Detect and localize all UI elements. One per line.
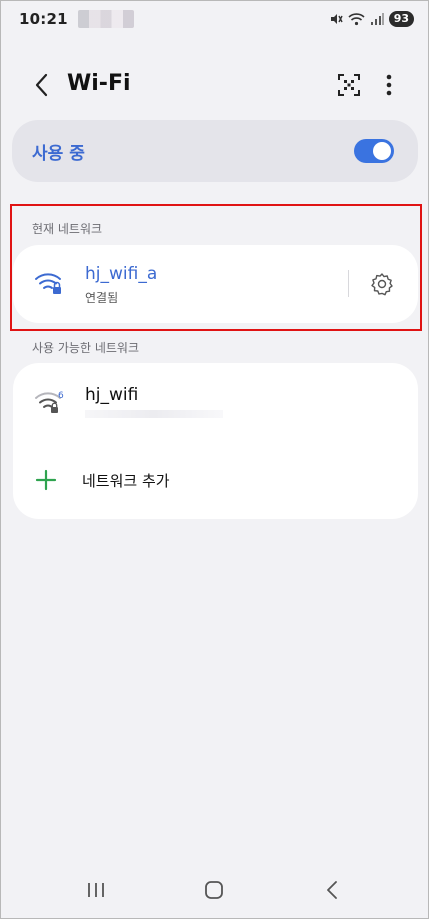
plus-icon (35, 469, 57, 495)
status-right: 93 (329, 11, 414, 27)
redacted-subtext (85, 410, 223, 418)
highlight-annotation-box (10, 204, 422, 331)
switch-knob (373, 142, 391, 160)
status-left: 10:21 (19, 10, 134, 28)
nav-back-button[interactable] (325, 880, 339, 904)
add-network-button[interactable]: 네트워크 추가 (13, 463, 418, 499)
wifi-master-toggle-row[interactable]: 사용 중 (12, 120, 418, 182)
wifi-toggle-switch[interactable] (354, 139, 394, 163)
back-icon (35, 73, 48, 97)
recents-button[interactable] (86, 881, 106, 903)
svg-text:6: 6 (58, 391, 64, 401)
page-title: Wi-Fi (67, 71, 131, 96)
clock: 10:21 (19, 10, 68, 28)
qr-scan-button[interactable] (337, 73, 361, 97)
recents-icon (88, 883, 104, 897)
more-options-icon (386, 74, 392, 96)
wifi-lock-6ghz-icon: 6 (34, 389, 64, 419)
available-network-name: hj_wifi (85, 385, 139, 405)
home-icon (205, 881, 223, 899)
toggle-label: 사용 중 (32, 143, 85, 164)
back-button[interactable] (29, 71, 53, 99)
add-network-label: 네트워크 추가 (82, 472, 170, 490)
more-options-button[interactable] (380, 73, 398, 97)
available-networks-card: 6 hj_wifi 네트워크 추가 (13, 363, 418, 519)
available-networks-header: 사용 가능한 네트워크 (32, 341, 139, 355)
blurred-notification-icons (77, 10, 134, 28)
system-nav-bar (1, 863, 429, 911)
qr-scan-icon (338, 74, 360, 96)
app-header: Wi-Fi (1, 63, 429, 107)
wifi-icon (348, 12, 365, 26)
signal-icon (370, 12, 384, 26)
home-button[interactable] (204, 880, 224, 904)
status-bar: 10:21 93 (1, 1, 429, 37)
mute-icon (329, 12, 343, 26)
battery-badge: 93 (388, 11, 414, 27)
back-icon (327, 881, 337, 899)
